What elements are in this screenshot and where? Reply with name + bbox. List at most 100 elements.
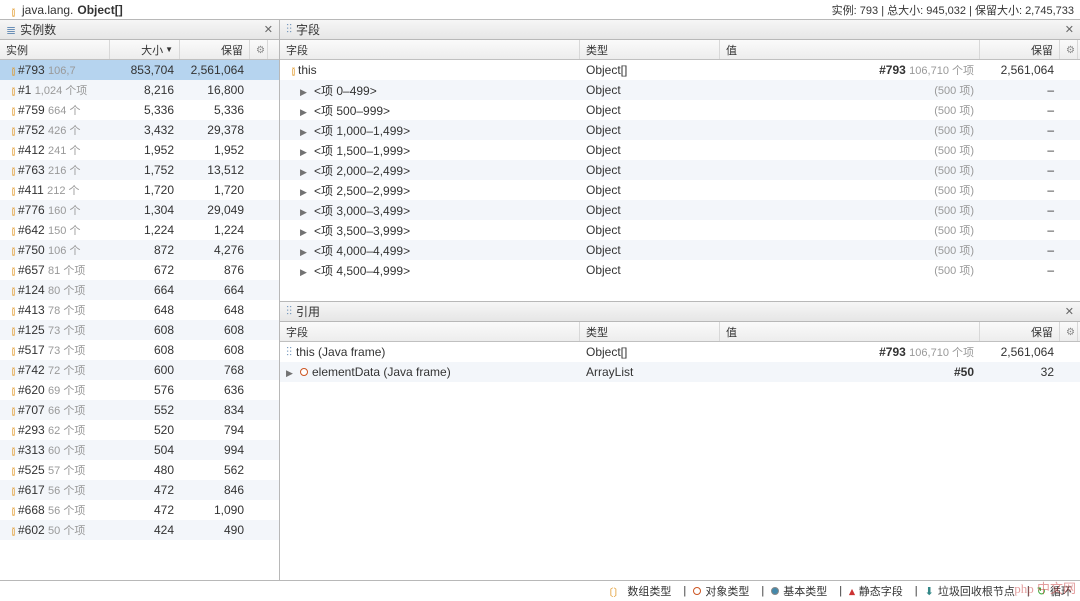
table-row[interactable]: #763 216 个1,75213,512 <box>0 160 279 180</box>
col-type[interactable]: 类型 <box>580 40 720 59</box>
header-stats: 实例: 793 | 总大小: 945,032 | 保留大小: 2,745,733 <box>832 2 1074 18</box>
table-row[interactable]: ▶<项 1,000–1,499>Object(500 项)– <box>280 120 1080 140</box>
table-row[interactable]: #293 62 个项520794 <box>0 420 279 440</box>
primitive-icon <box>771 587 779 595</box>
instances-rows[interactable]: #793 106,7853,7042,561,064#1 1,024 个项8,2… <box>0 60 279 580</box>
array-icon <box>6 444 16 454</box>
col-instance[interactable]: 实例 <box>0 40 110 59</box>
array-icon <box>6 404 16 414</box>
table-row[interactable]: #617 56 个项472846 <box>0 480 279 500</box>
chevron-right-icon[interactable]: ▶ <box>300 207 310 218</box>
table-row[interactable]: ▶<项 4,500–4,999>Object(500 项)– <box>280 260 1080 280</box>
col-value[interactable]: 值 <box>720 40 980 59</box>
chevron-right-icon[interactable]: ▶ <box>300 147 310 158</box>
chevron-right-icon[interactable]: ▶ <box>300 267 310 278</box>
instances-panel-header: ≣ 实例数 ✕ <box>0 20 279 40</box>
table-row[interactable]: #1 1,024 个项8,21616,800 <box>0 80 279 100</box>
static-icon: ▴ <box>849 585 855 598</box>
col-menu[interactable] <box>1060 322 1078 341</box>
array-icon <box>6 344 16 354</box>
table-row[interactable]: thisObject[]#793 106,710 个项2,561,064 <box>280 60 1080 80</box>
refs-rows[interactable]: ⫶⫶this (Java frame)Object[]#793 106,710 … <box>280 342 1080 580</box>
array-icon <box>6 64 16 74</box>
chevron-right-icon[interactable]: ▶ <box>286 368 296 379</box>
table-row[interactable]: ▶<项 500–999>Object(500 项)– <box>280 100 1080 120</box>
table-row[interactable]: ▶<项 4,000–4,499>Object(500 项)– <box>280 240 1080 260</box>
table-row[interactable]: #313 60 个项504994 <box>0 440 279 460</box>
table-row[interactable]: #657 81 个项672876 <box>0 260 279 280</box>
table-row[interactable]: #707 66 个项552834 <box>0 400 279 420</box>
table-row[interactable]: #525 57 个项480562 <box>0 460 279 480</box>
col-size[interactable]: 大小▼ <box>110 40 180 59</box>
table-row[interactable]: #412 241 个1,9521,952 <box>0 140 279 160</box>
chevron-right-icon[interactable]: ▶ <box>300 167 310 178</box>
close-icon[interactable]: ✕ <box>1065 23 1074 36</box>
table-row[interactable]: ▶<项 1,500–1,999>Object(500 项)– <box>280 140 1080 160</box>
table-row[interactable]: ▶<项 2,500–2,999>Object(500 项)– <box>280 180 1080 200</box>
table-row[interactable]: #776 160 个1,30429,049 <box>0 200 279 220</box>
table-row[interactable]: ▶<项 3,000–3,499>Object(500 项)– <box>280 200 1080 220</box>
col-field[interactable]: 字段 <box>280 322 580 341</box>
table-row[interactable]: ▶<项 0–499>Object(500 项)– <box>280 80 1080 100</box>
table-row[interactable]: #752 426 个3,43229,378 <box>0 120 279 140</box>
table-row[interactable]: #668 56 个项4721,090 <box>0 500 279 520</box>
array-icon <box>6 184 16 194</box>
legend-static: | ▴静态字段 <box>839 583 902 599</box>
chevron-right-icon[interactable]: ▶ <box>300 247 310 258</box>
table-row[interactable]: #759 664 个5,3365,336 <box>0 100 279 120</box>
array-icon <box>6 124 16 134</box>
fields-panel-title: 字段 <box>296 21 320 38</box>
array-icon <box>6 204 16 214</box>
col-menu[interactable] <box>250 40 268 59</box>
table-row[interactable]: #750 106 个8724,276 <box>0 240 279 260</box>
refs-columns: 字段 类型 值 保留 <box>280 322 1080 342</box>
table-row[interactable]: ▶<项 3,500–3,999>Object(500 项)– <box>280 220 1080 240</box>
table-row[interactable]: ▶<项 2,000–2,499>Object(500 项)– <box>280 160 1080 180</box>
close-icon[interactable]: ✕ <box>1065 305 1074 318</box>
table-row[interactable]: #517 73 个项608608 <box>0 340 279 360</box>
fields-rows[interactable]: thisObject[]#793 106,710 个项2,561,064▶<项 … <box>280 60 1080 301</box>
array-icon <box>6 104 16 114</box>
col-retained[interactable]: 保留 <box>180 40 250 59</box>
table-row[interactable]: #642 150 个1,2241,224 <box>0 220 279 240</box>
col-retained[interactable]: 保留 <box>980 322 1060 341</box>
col-retained[interactable]: 保留 <box>980 40 1060 59</box>
close-icon[interactable]: ✕ <box>264 23 273 36</box>
table-row[interactable]: #125 73 个项608608 <box>0 320 279 340</box>
instances-panel: ≣ 实例数 ✕ 实例 大小▼ 保留 #793 106,7853,7042,561… <box>0 20 280 580</box>
col-type[interactable]: 类型 <box>580 322 720 341</box>
col-value[interactable]: 值 <box>720 322 980 341</box>
table-row[interactable]: ▶elementData (Java frame)ArrayList#50 32 <box>280 362 1080 382</box>
array-icon <box>6 264 16 274</box>
chevron-right-icon[interactable]: ▶ <box>300 87 310 98</box>
list-icon: ≣ <box>6 23 16 37</box>
sort-desc-icon: ▼ <box>165 45 173 54</box>
table-row[interactable]: #742 72 个项600768 <box>0 360 279 380</box>
chevron-right-icon[interactable]: ▶ <box>300 127 310 138</box>
col-menu[interactable] <box>1060 40 1078 59</box>
table-row[interactable]: #124 80 个项664664 <box>0 280 279 300</box>
table-row[interactable]: ⫶⫶this (Java frame)Object[]#793 106,710 … <box>280 342 1080 362</box>
chevron-right-icon[interactable]: ▶ <box>300 107 310 118</box>
table-row[interactable]: #602 50 个项424490 <box>0 520 279 540</box>
class-prefix: java.lang. <box>22 3 73 17</box>
chevron-right-icon[interactable]: ▶ <box>300 187 310 198</box>
table-row[interactable]: #620 69 个项576636 <box>0 380 279 400</box>
array-icon <box>6 324 16 334</box>
array-icon: 〔〕 <box>603 584 623 599</box>
array-icon <box>6 144 16 154</box>
refs-icon: ⫶⫶ <box>286 304 292 319</box>
window-header: java.lang.Object[] 实例: 793 | 总大小: 945,03… <box>0 0 1080 20</box>
array-icon <box>6 384 16 394</box>
array-icon <box>6 164 16 174</box>
table-row[interactable]: #411 212 个1,7201,720 <box>0 180 279 200</box>
array-icon <box>6 304 16 314</box>
col-field[interactable]: 字段 <box>280 40 580 59</box>
array-icon <box>6 84 16 94</box>
chevron-right-icon[interactable]: ▶ <box>300 227 310 238</box>
legend-object: | 对象类型 <box>683 583 749 599</box>
table-row[interactable]: #793 106,7853,7042,561,064 <box>0 60 279 80</box>
array-icon <box>6 524 16 534</box>
table-row[interactable]: #413 78 个项648648 <box>0 300 279 320</box>
fields-panel: ⫶⫶ 字段 ✕ 字段 类型 值 保留 thisObject[]#793 106,… <box>280 20 1080 302</box>
